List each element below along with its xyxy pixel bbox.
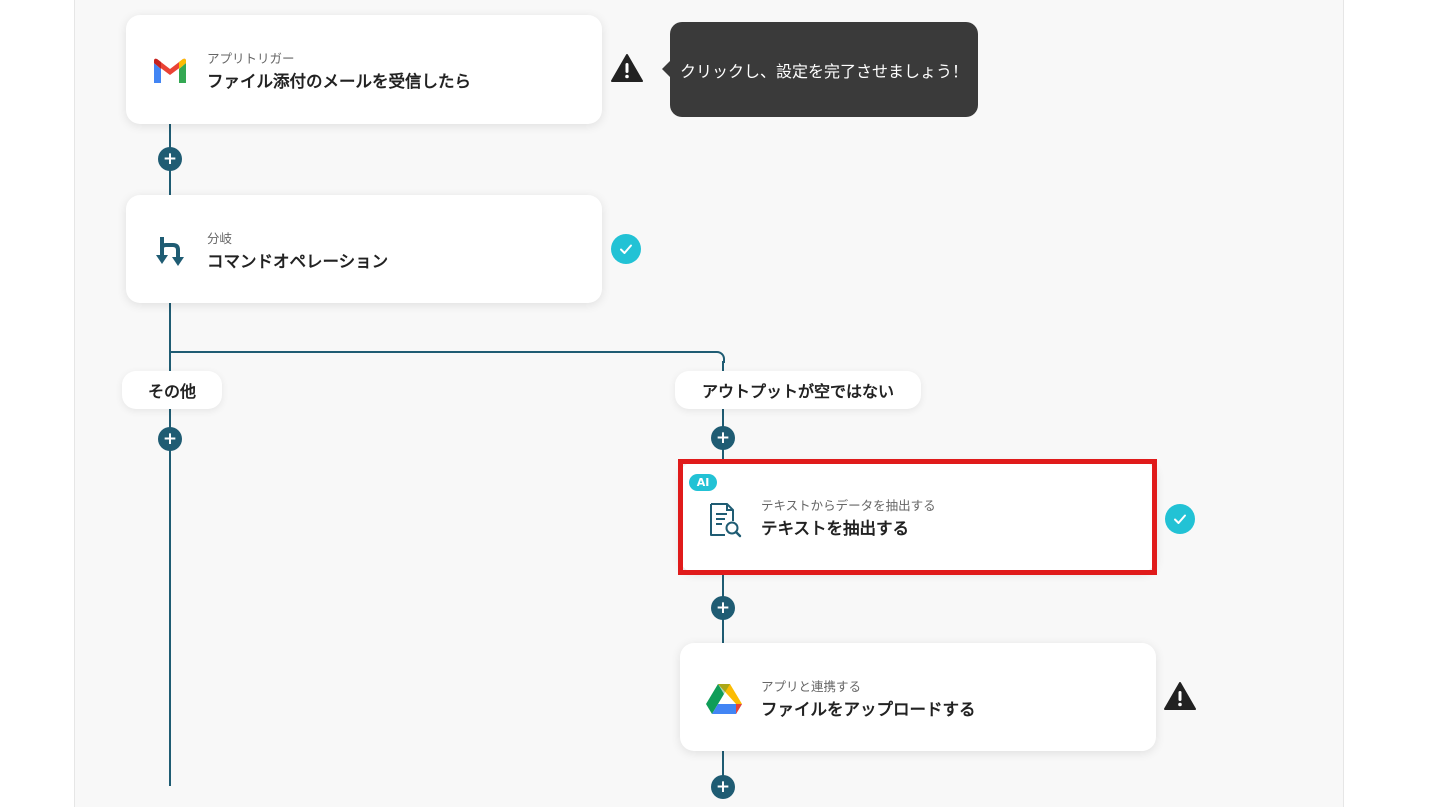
google-drive-icon bbox=[704, 679, 744, 719]
step-subtitle: 分岐 bbox=[207, 231, 233, 246]
step-card-drive-upload[interactable]: アプリと連携する ファイルをアップロードする bbox=[680, 643, 1156, 751]
add-step-button[interactable]: + bbox=[711, 596, 735, 620]
step-title: ファイル添付のメールを受信したら bbox=[207, 72, 471, 91]
warning-icon bbox=[611, 53, 643, 83]
step-title: テキストを抽出する bbox=[761, 519, 910, 538]
add-step-button[interactable]: + bbox=[711, 775, 735, 799]
ai-badge: AI bbox=[689, 474, 717, 491]
step-subtitle: アプリトリガー bbox=[207, 51, 295, 66]
add-step-button[interactable]: + bbox=[711, 426, 735, 450]
step-subtitle: アプリと連携する bbox=[761, 679, 862, 694]
step-title: コマンドオペレーション bbox=[207, 252, 389, 271]
plus-icon: + bbox=[162, 428, 178, 449]
check-icon bbox=[611, 234, 641, 264]
branch-label-output-not-empty[interactable]: アウトプットが空ではない bbox=[675, 371, 921, 409]
warning-icon bbox=[1164, 681, 1196, 711]
step-card-ai-extract[interactable]: AI テキストからデータを抽出する テキストを抽出する bbox=[680, 462, 1156, 572]
branch-label-other[interactable]: その他 bbox=[122, 371, 222, 409]
step-title: ファイルをアップロードする bbox=[761, 700, 976, 719]
step-card-gmail-trigger[interactable]: アプリトリガー ファイル添付のメールを受信したら bbox=[126, 15, 602, 124]
step-subtitle: テキストからデータを抽出する bbox=[761, 498, 936, 513]
add-step-button[interactable]: + bbox=[158, 147, 182, 171]
branch-icon bbox=[150, 231, 190, 271]
plus-icon: + bbox=[715, 597, 731, 618]
step-card-branch[interactable]: 分岐 コマンドオペレーション bbox=[126, 195, 602, 303]
add-step-button[interactable]: + bbox=[158, 427, 182, 451]
check-icon bbox=[1165, 504, 1195, 534]
setup-tooltip: クリックし、設定を完了させましょう！ bbox=[662, 22, 978, 117]
document-search-icon bbox=[704, 500, 744, 540]
tooltip-text: クリックし、設定を完了させましょう！ bbox=[679, 61, 968, 81]
branch-label-text: アウトプットが空ではない bbox=[701, 382, 894, 401]
plus-icon: + bbox=[715, 776, 731, 797]
plus-icon: + bbox=[715, 427, 731, 448]
branch-label-text: その他 bbox=[147, 382, 196, 401]
plus-icon: + bbox=[162, 148, 178, 169]
branch-connector-line bbox=[169, 351, 715, 353]
gmail-icon bbox=[150, 51, 190, 91]
